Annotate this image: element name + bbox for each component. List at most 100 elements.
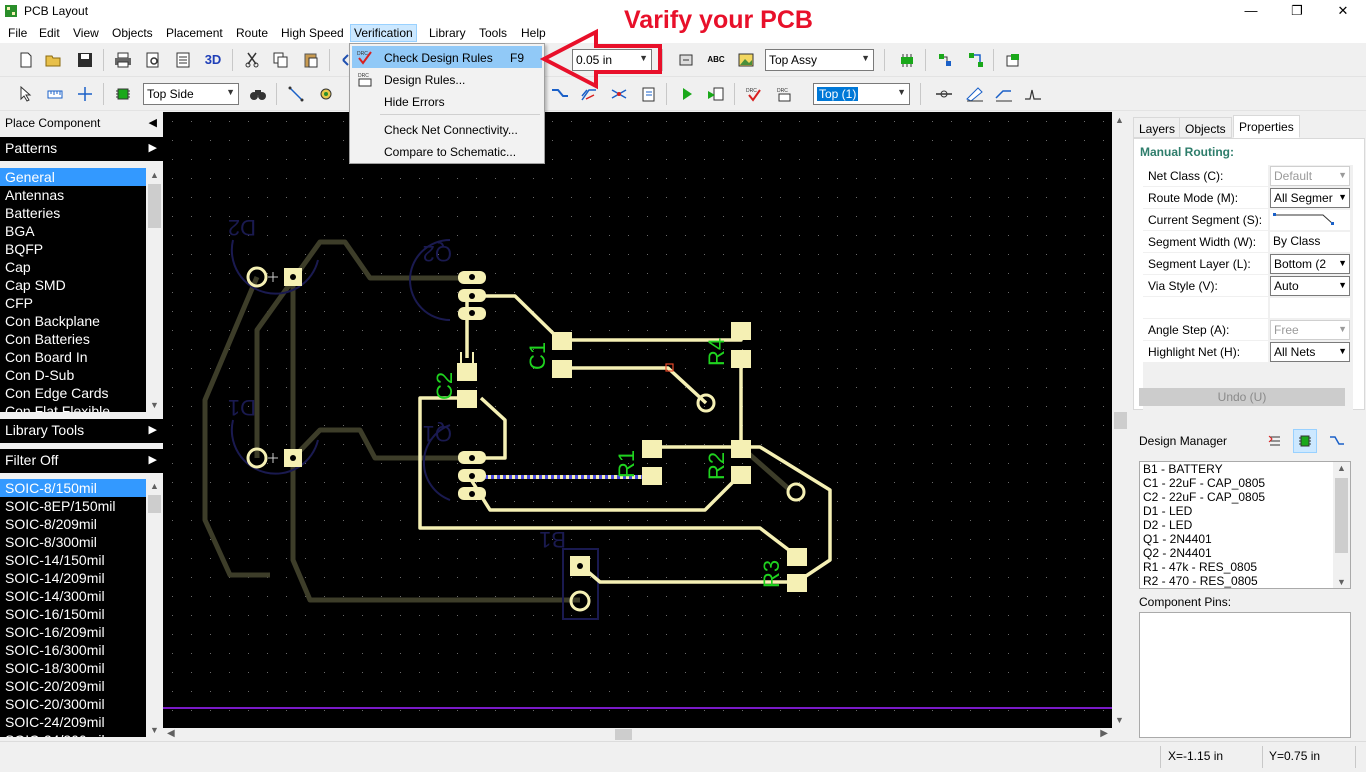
- canvas-vertical-scrollbar[interactable]: ▲ ▼: [1112, 112, 1129, 728]
- footprint-list-item[interactable]: SOIC-8/300mil: [0, 533, 163, 551]
- pattern-list-item[interactable]: Con D-Sub: [0, 366, 163, 384]
- menu-view[interactable]: View: [70, 25, 102, 41]
- compare-to-schematic-item[interactable]: Compare to Schematic...: [352, 140, 542, 162]
- edit-segment-icon[interactable]: [993, 83, 1015, 105]
- copy-icon[interactable]: [270, 49, 292, 71]
- check-design-rules-item[interactable]: DRC Check Design Rules F9: [352, 46, 542, 68]
- dm-list-icon[interactable]: [1268, 434, 1282, 448]
- drc-report-icon[interactable]: DRC: [773, 83, 795, 105]
- footprint-list-item[interactable]: SOIC-16/150mil: [0, 605, 163, 623]
- current-segment-preview-icon[interactable]: [1270, 210, 1350, 230]
- component-list-item[interactable]: C2 - 22uF - CAP_0805: [1140, 490, 1350, 504]
- autoplace-icon[interactable]: [934, 49, 956, 71]
- test-point-icon[interactable]: [1022, 83, 1044, 105]
- component-list-item[interactable]: Q2 - 2N4401: [1140, 546, 1350, 560]
- run-to-file-icon[interactable]: [705, 83, 727, 105]
- menu-tools[interactable]: Tools: [476, 25, 510, 41]
- footprint-list-item[interactable]: SOIC-14/300mil: [0, 587, 163, 605]
- drc-check-icon[interactable]: DRC: [743, 83, 765, 105]
- property-value[interactable]: Free ▼: [1270, 320, 1350, 340]
- pattern-list-item[interactable]: BGA: [0, 222, 163, 240]
- pcb-board-drawing[interactable]: D2 Q2 D1 Q1 B1 C1 C2 R1 R2 R3 R4: [163, 112, 1112, 728]
- draw-line-icon[interactable]: [285, 83, 307, 105]
- pattern-list-item[interactable]: Con Batteries: [0, 330, 163, 348]
- property-value[interactable]: All Segmer ▼: [1270, 188, 1350, 208]
- menu-high-speed[interactable]: High Speed: [278, 25, 347, 41]
- new-file-icon[interactable]: [15, 49, 37, 71]
- run-play-icon[interactable]: [676, 83, 698, 105]
- patterns-header[interactable]: Patterns ▶: [0, 137, 163, 161]
- component-list-item[interactable]: R1 - 47k - RES_0805: [1140, 560, 1350, 574]
- component-list[interactable]: B1 - BATTERY C1 - 22uF - CAP_0805 C2 - 22u…: [1139, 461, 1351, 589]
- footprint-list-item[interactable]: SOIC-8/150mil: [0, 479, 163, 497]
- canvas-horizontal-scrollbar[interactable]: ◀ ▶: [163, 728, 1112, 741]
- component-list-item[interactable]: B1 - BATTERY: [1140, 462, 1350, 476]
- paste-icon[interactable]: [300, 49, 322, 71]
- minimize-button[interactable]: —: [1228, 0, 1274, 23]
- component-list-item[interactable]: D2 - LED: [1140, 518, 1350, 532]
- pattern-list-item[interactable]: Con Flat Flexible: [0, 402, 163, 412]
- component-pins-list[interactable]: [1139, 612, 1351, 738]
- autoroute-icon[interactable]: [965, 49, 987, 71]
- property-value[interactable]: Auto ▼: [1270, 276, 1350, 296]
- tab-properties[interactable]: Properties: [1233, 115, 1300, 138]
- menu-objects[interactable]: Objects: [109, 25, 156, 41]
- select-arrow-icon[interactable]: [14, 83, 36, 105]
- board-side-select[interactable]: Top Side ▼: [143, 83, 239, 105]
- check-net-connectivity-item[interactable]: Check Net Connectivity...: [352, 118, 542, 140]
- menu-file[interactable]: File: [5, 25, 30, 41]
- design-rules-item[interactable]: DRC Design Rules...: [352, 68, 542, 90]
- tab-layers[interactable]: Layers: [1133, 117, 1182, 138]
- edit-trace-icon[interactable]: [964, 83, 986, 105]
- property-value[interactable]: All Nets ▼: [1270, 342, 1350, 362]
- via-icon[interactable]: [315, 83, 337, 105]
- component-list-scrollbar[interactable]: ▲ ▼: [1333, 462, 1350, 588]
- library-tools-header[interactable]: Library Tools ▶: [0, 419, 163, 443]
- view-mode-select[interactable]: Top Assy ▼: [765, 49, 874, 71]
- footprint-list-item[interactable]: SOIC-20/209mil: [0, 677, 163, 695]
- property-value[interactable]: Default ▼: [1270, 166, 1350, 186]
- filter-header[interactable]: Filter Off ▶: [0, 449, 163, 473]
- report-icon[interactable]: [172, 49, 194, 71]
- pattern-list-item[interactable]: CFP: [0, 294, 163, 312]
- footprint-list-item[interactable]: SOIC-14/150mil: [0, 551, 163, 569]
- spell-check-button[interactable]: ABC: [705, 49, 727, 71]
- 3d-view-button[interactable]: 3D: [202, 49, 224, 71]
- layer-select[interactable]: Top (1) ▼: [813, 83, 910, 105]
- property-value[interactable]: Bottom (2 ▼: [1270, 254, 1350, 274]
- pattern-list-item[interactable]: Con Edge Cards: [0, 384, 163, 402]
- component-list-item[interactable]: C1 - 22uF - CAP_0805: [1140, 476, 1350, 490]
- footprint-list-item[interactable]: SOIC-16/300mil: [0, 641, 163, 659]
- maximize-button[interactable]: ❐: [1274, 0, 1320, 23]
- measure-icon[interactable]: [44, 83, 66, 105]
- export-icon[interactable]: [1002, 49, 1024, 71]
- undo-button[interactable]: Undo (U): [1139, 388, 1345, 406]
- open-folder-icon[interactable]: [43, 49, 65, 71]
- component-list-item[interactable]: Q1 - 2N4401: [1140, 532, 1350, 546]
- menu-edit[interactable]: Edit: [36, 25, 63, 41]
- image-icon[interactable]: [735, 49, 757, 71]
- dm-components-toggle[interactable]: [1293, 429, 1317, 453]
- pattern-list-scrollbar[interactable]: ▲ ▼: [146, 168, 163, 412]
- menu-verification[interactable]: Verification: [350, 24, 417, 42]
- footprint-list-item[interactable]: SOIC-20/300mil: [0, 695, 163, 713]
- pcb-canvas[interactable]: D2 Q2 D1 Q1 B1 C1 C2 R1 R2 R3 R4: [163, 112, 1112, 728]
- collapse-left-icon[interactable]: ◀: [149, 116, 157, 129]
- footprint-list-scrollbar[interactable]: ▲ ▼: [146, 479, 163, 737]
- hide-errors-item[interactable]: Hide Errors: [352, 90, 542, 112]
- footprint-list-item[interactable]: SOIC-24/300mil: [0, 731, 163, 737]
- pattern-list-item[interactable]: Cap SMD: [0, 276, 163, 294]
- footprint-list-item[interactable]: SOIC-16/209mil: [0, 623, 163, 641]
- place-component-header[interactable]: Place Component ◀: [0, 112, 163, 134]
- component-green-icon[interactable]: [896, 49, 918, 71]
- menu-route[interactable]: Route: [233, 25, 271, 41]
- component-icon[interactable]: [112, 83, 134, 105]
- cut-icon[interactable]: [241, 49, 263, 71]
- print-icon[interactable]: [112, 49, 134, 71]
- menu-placement[interactable]: Placement: [163, 25, 226, 41]
- footprint-list-item[interactable]: SOIC-18/300mil: [0, 659, 163, 677]
- menu-library[interactable]: Library: [426, 25, 469, 41]
- pattern-list-item[interactable]: Con Backplane: [0, 312, 163, 330]
- pattern-list-item[interactable]: Antennas: [0, 186, 163, 204]
- pattern-list-item[interactable]: General: [0, 168, 163, 186]
